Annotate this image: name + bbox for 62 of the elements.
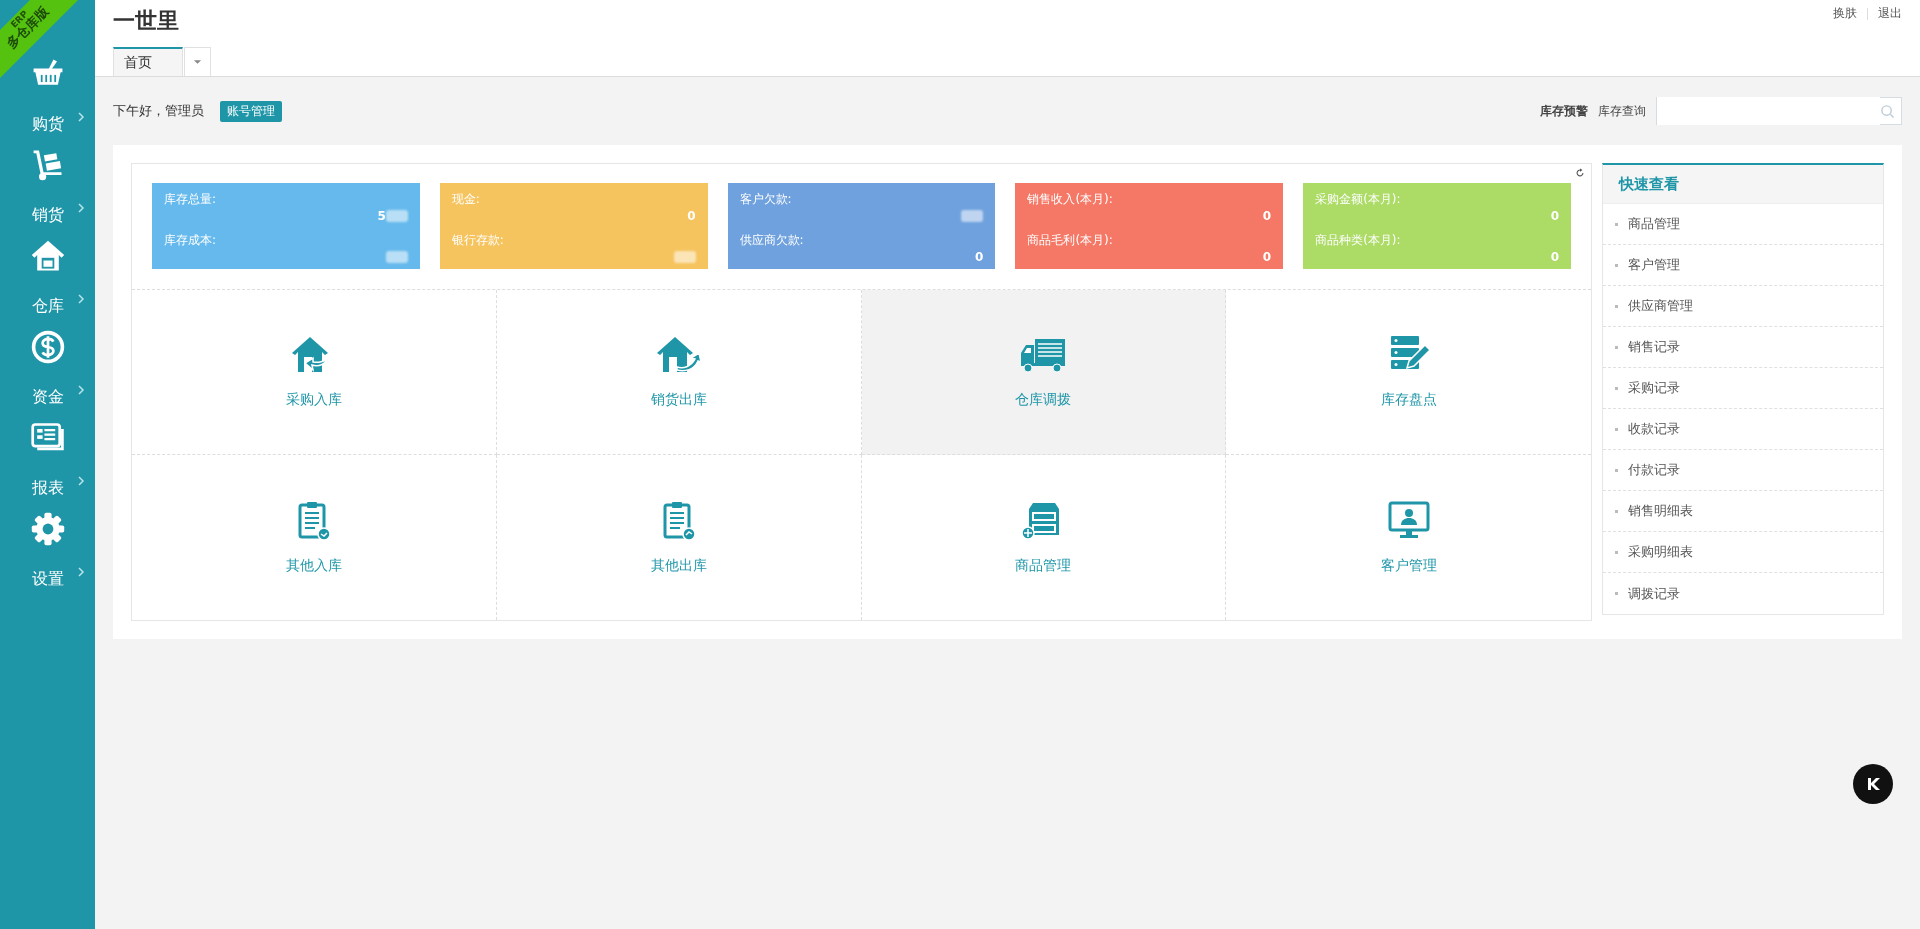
quick-link[interactable]: 销售明细表 xyxy=(1603,491,1883,532)
settings-icon xyxy=(29,511,66,547)
nav-item[interactable]: 仓库 xyxy=(0,238,95,329)
stat-label: 银行存款: xyxy=(451,232,505,249)
stat-value: 5 xyxy=(377,209,386,223)
nav-item[interactable]: 销货 xyxy=(0,147,95,238)
nav-item[interactable]: 报表 xyxy=(0,420,95,511)
account-button[interactable]: 账号管理 xyxy=(220,100,282,122)
stat-label: 商品毛利(本月): xyxy=(1027,232,1114,249)
shortcut-tile[interactable]: 采购入库 xyxy=(132,290,497,455)
stat-label: 客户欠款: xyxy=(739,191,793,208)
stat-value: 0 xyxy=(1262,209,1272,223)
quick-link[interactable]: 采购明细表 xyxy=(1603,532,1883,573)
stat-label: 库存成本: xyxy=(164,232,218,249)
floating-button[interactable] xyxy=(1853,764,1893,804)
quick-link[interactable]: 销售记录 xyxy=(1603,327,1883,368)
search-icon xyxy=(1880,103,1895,119)
stat-label: 库存总量: xyxy=(164,191,218,208)
chevron-icon xyxy=(77,202,85,214)
shortcut-tile[interactable]: 其他入库 xyxy=(132,455,497,620)
quick-link[interactable]: 收款记录 xyxy=(1603,409,1883,450)
stat-label: 采购金额(本月): xyxy=(1315,191,1402,208)
stat-value: 0 xyxy=(975,250,984,264)
search-field[interactable] xyxy=(1656,97,1902,125)
stat-value: 0 xyxy=(1550,209,1559,223)
chevron-icon xyxy=(77,566,85,578)
shortcut-tile[interactable]: 其他出库 xyxy=(496,455,862,620)
app-title: 一世里 xyxy=(113,7,179,35)
greeting-text: 下午好，管理员 xyxy=(113,102,204,120)
toolbar-link[interactable]: 库存查询 xyxy=(1598,102,1646,120)
nav-item[interactable]: 购货 xyxy=(0,56,95,147)
chevron-icon xyxy=(77,475,85,487)
shortcut-tile[interactable]: 客户管理 xyxy=(1226,455,1591,620)
stat-value: 0 xyxy=(1262,250,1272,264)
stat-label: 供应商欠款: xyxy=(739,232,805,249)
header-link[interactable]: 退出 xyxy=(1878,5,1902,22)
nav-item[interactable]: 设置 xyxy=(0,511,95,602)
nav-item[interactable]: 资金 xyxy=(0,329,95,420)
header-link[interactable]: 换肤 xyxy=(1833,5,1857,22)
stat-value: 0 xyxy=(1550,250,1559,264)
dollar-icon xyxy=(29,329,66,365)
shortcut-tile[interactable]: 销货出库 xyxy=(496,290,862,455)
quick-link[interactable]: 采购记录 xyxy=(1603,368,1883,409)
quick-link[interactable]: 调拨记录 xyxy=(1603,573,1883,614)
stat-label: 销售收入(本月): xyxy=(1027,191,1114,208)
shortcut-tile[interactable]: 库存盘点 xyxy=(1226,290,1591,455)
toolbar-link[interactable]: 库存预警 xyxy=(1540,102,1588,120)
chevron-icon xyxy=(77,384,85,396)
quick-link[interactable]: 供应商管理 xyxy=(1603,286,1883,327)
stat-value: 0 xyxy=(687,209,696,223)
panel-title: 快速查看 xyxy=(1619,174,1679,194)
quick-link[interactable]: 客户管理 xyxy=(1603,245,1883,286)
stat-label: 现金: xyxy=(451,191,481,208)
tab[interactable]: 首页 xyxy=(113,47,183,76)
stat-label: 商品种类(本月): xyxy=(1315,232,1402,249)
quick-link[interactable]: 付款记录 xyxy=(1603,450,1883,491)
chevron-icon xyxy=(77,293,85,305)
shortcut-tile[interactable]: 商品管理 xyxy=(861,455,1227,620)
chevron-icon xyxy=(77,111,85,123)
refresh-icon[interactable] xyxy=(1575,168,1585,178)
caret-icon xyxy=(193,59,202,65)
quick-link[interactable]: 商品管理 xyxy=(1603,204,1883,245)
